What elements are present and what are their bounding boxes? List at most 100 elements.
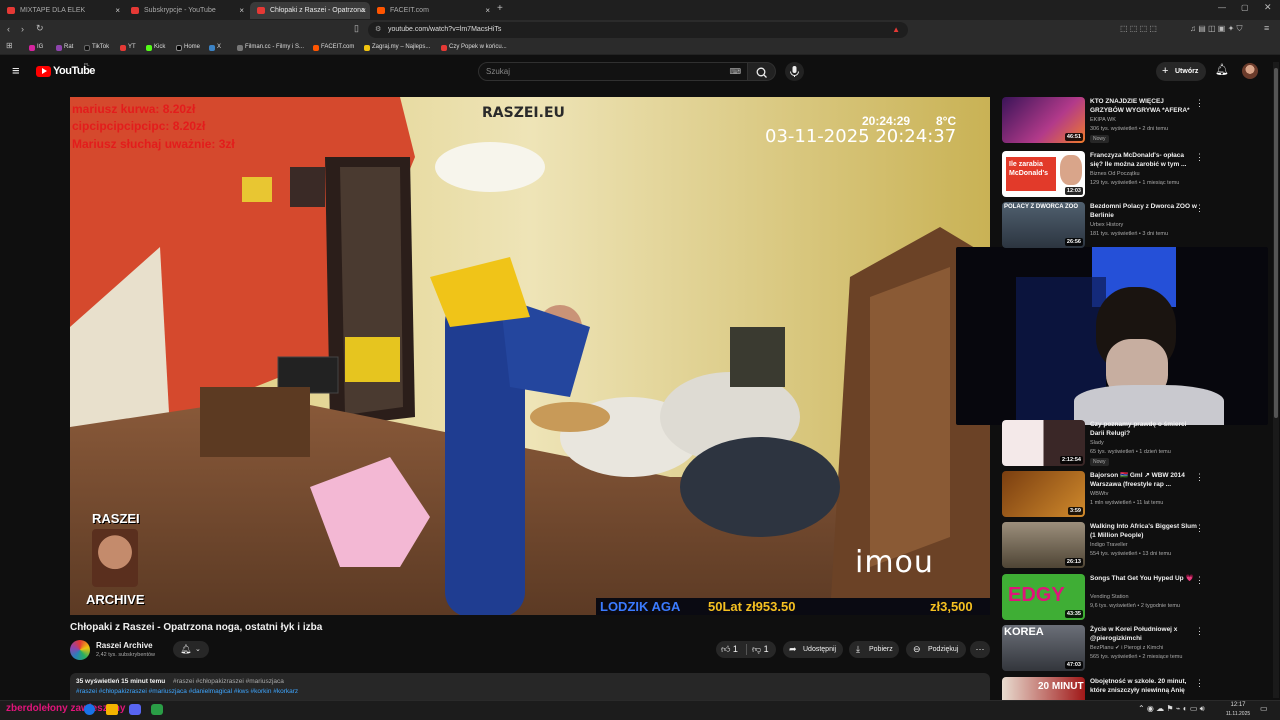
recommendation-thumbnail[interactable]: EDGY 43:35 (1002, 574, 1085, 620)
bookmark-item[interactable]: Home (175, 41, 200, 54)
bookmark-item[interactable]: Kick (145, 41, 165, 54)
page-scrollbar[interactable] (1273, 62, 1279, 698)
recommendation-thumbnail[interactable]: Ile zarabia McDonald's 12:03 (1002, 151, 1085, 197)
description-hashtags[interactable]: #raszei #chłopakizraszei #mariuszjaca #d… (76, 688, 298, 695)
window-close-icon[interactable]: ✕ (1264, 2, 1272, 13)
bookmark-item[interactable]: Filman.cc - Filmy i S... (236, 41, 304, 54)
donation-overlay-line: Mariusz słuchaj uważnie: 3zł (72, 137, 235, 151)
recommendation-item[interactable]: 46:51 KTO ZNAJDZIE WIĘCEJ GRZYBÓW WYGRYW… (1002, 97, 1262, 145)
avatar[interactable] (1242, 63, 1258, 79)
recommendation-item[interactable]: 3:59 Bajorson 🇬🇲 Gml ↗ WBW 2014 Warszawa… (1002, 471, 1262, 519)
more-actions-icon[interactable]: ⋮ (1195, 575, 1204, 586)
search-button[interactable] (748, 62, 776, 81)
download-button[interactable]: ⤓ Pobierz (849, 641, 899, 658)
recommendation-item[interactable]: 20 MINUT Obojętność w szkole. 20 minut, … (1002, 677, 1262, 700)
browser-tab[interactable]: MIXTAPE DLA ELEK × (0, 2, 124, 19)
bookmark-item[interactable]: FACEIT.com (312, 41, 354, 54)
browser-tab-bar: MIXTAPE DLA ELEK × Subskrypcje - YouTube ×… (0, 0, 1280, 20)
clock-time[interactable]: 12:17 (1223, 702, 1253, 708)
system-tray-icons[interactable]: ⌃ ◉ ☁ ⚑ ⌁ ◐ ▭ 🔊︎ (1138, 704, 1205, 714)
bookmark-item[interactable]: TikTok (83, 41, 109, 54)
browser-menu-icon[interactable]: ≡ (1264, 23, 1269, 33)
recommendation-thumbnail[interactable]: 26:13 (1002, 522, 1085, 568)
recommendation-item[interactable]: 26:13 Walking Into Africa's Biggest Slum… (1002, 522, 1262, 570)
new-tab-icon[interactable]: + (497, 3, 503, 14)
recommendation-item[interactable]: Ile zarabia McDonald's 12:03 Franczyza M… (1002, 151, 1262, 199)
close-tab-icon[interactable]: × (239, 2, 244, 19)
webcam-overlay (956, 247, 1268, 425)
recommendation-thumbnail[interactable]: 20 MINUT (1002, 677, 1085, 700)
channel-tag-top: RASZEI (92, 511, 140, 526)
reload-icon[interactable]: ↻ (36, 23, 44, 34)
back-icon[interactable]: ‹ (7, 24, 10, 34)
discord-taskbar-icon[interactable] (129, 704, 141, 715)
notifications-bell-icon: 🔔︎ (180, 644, 192, 654)
subscribed-button[interactable]: 🔔︎ ⌄ (173, 641, 209, 658)
more-actions-icon[interactable]: ⋮ (1195, 98, 1204, 109)
close-tab-icon[interactable]: × (485, 2, 490, 19)
recommendation-thumbnail[interactable]: 46:51 (1002, 97, 1085, 143)
close-tab-icon[interactable]: × (115, 2, 120, 19)
recommendation-thumbnail[interactable]: POLACY Z DWORCA ZOO 26:56 (1002, 202, 1085, 248)
notifications-icon[interactable]: ▭ (1260, 704, 1268, 713)
channel-avatar[interactable] (70, 640, 90, 660)
channel-name[interactable]: Raszei Archive (96, 641, 153, 650)
chrome-taskbar-icon[interactable] (84, 704, 95, 715)
more-actions-icon[interactable]: ⋮ (1195, 626, 1204, 637)
maximize-icon[interactable]: ▢ (1241, 3, 1249, 12)
video-title: Chłopaki z Raszei - Opatrzona noga, osta… (70, 622, 323, 633)
minimize-icon[interactable]: — (1218, 3, 1226, 12)
app-taskbar-icon[interactable] (151, 704, 163, 715)
folder-taskbar-icon[interactable] (106, 704, 118, 715)
share-button[interactable]: ➦ Udostępnij (783, 641, 843, 658)
new-badge: Nowy (1090, 458, 1109, 466)
toolbar-icons[interactable]: ♫ ▤ ◫ ▣ ✦ ⛉ (1190, 24, 1243, 34)
browser-tab[interactable]: Subskrypcje - YouTube × (124, 2, 248, 19)
notifications-bell-icon[interactable]: 🔔︎ (1215, 63, 1229, 76)
url-bar[interactable]: ⚙ youtube.com/watch?v=lm7MacsHiTs ▲ (368, 22, 908, 38)
extensions-icon[interactable]: ⬚ ⬚ ⬚ ⬚ (1120, 24, 1157, 33)
more-actions-icon[interactable]: ⋮ (1195, 152, 1204, 163)
extension-icon[interactable]: ▲ (892, 22, 900, 38)
bookmark-item[interactable]: Zagraj.my – Najleps... (363, 41, 430, 54)
more-actions-button[interactable]: ⋯ (970, 641, 990, 658)
site-info-icon[interactable]: ⚙ (375, 22, 381, 38)
browser-tab[interactable]: FACEIT.com × (370, 2, 494, 19)
recommendation-thumbnail[interactable]: KOREA 47:03 (1002, 625, 1085, 671)
recommendation-item[interactable]: POLACY Z DWORCA ZOO 26:56 Bezdomni Polac… (1002, 202, 1262, 250)
keyboard-icon[interactable]: ⌨ (729, 63, 741, 80)
voice-search-button[interactable] (785, 62, 804, 81)
recommendation-item[interactable]: EDGY 43:35 Songs That Get You Hyped Up 💗… (1002, 574, 1262, 622)
hamburger-menu-icon[interactable]: ≡ (12, 63, 20, 78)
bookmark-item[interactable]: Czy Popek w końcu... (440, 41, 507, 54)
bookmark-item[interactable]: X (208, 41, 221, 54)
bookmark-icon[interactable]: ▯ (354, 23, 359, 34)
bookmark-item[interactable]: YT (119, 41, 136, 54)
recommendation-item[interactable]: KOREA 47:03 Życie w Korei Południowej x … (1002, 625, 1262, 673)
create-button[interactable]: + Utwórz (1156, 62, 1206, 81)
scrollbar-thumb[interactable] (1274, 68, 1278, 418)
forward-icon[interactable]: › (21, 24, 24, 34)
bookmark-item[interactable]: IG (28, 41, 43, 54)
view-count: 35 wyświetleń 15 minut temu (76, 678, 166, 685)
bookmark-item[interactable]: Rat (55, 41, 73, 54)
more-actions-icon[interactable]: ⋮ (1195, 678, 1204, 689)
search-input[interactable]: Szukaj ⌨ (478, 62, 748, 81)
apps-grid-icon[interactable]: ⊞ (6, 41, 13, 50)
video-player[interactable]: mariusz kurwa: 8.20zł cipcipcipcipcipc: … (70, 97, 990, 615)
thanks-button[interactable]: ⊖ Podziękuj (906, 641, 966, 658)
recommendation-thumbnail[interactable]: 3:59 (1002, 471, 1085, 517)
share-icon: ➦ (789, 644, 797, 654)
more-actions-icon[interactable]: ⋮ (1195, 472, 1204, 483)
more-actions-icon[interactable]: ⋮ (1195, 203, 1204, 214)
clock-date[interactable]: 11.11.2025 (1220, 711, 1256, 717)
dislike-button[interactable]: 👎︎ 1 (752, 641, 769, 658)
recommendation-thumbnail[interactable]: 2:12:54 (1002, 420, 1085, 466)
like-button[interactable]: 👍︎ 1 (721, 641, 738, 658)
browser-tab-active[interactable]: Chłopaki z Raszei - Opatrzona × (250, 2, 370, 19)
recommendation-item[interactable]: 2:12:54 Czy poznamy prawdę o śmierci Dar… (1002, 420, 1262, 468)
more-actions-icon[interactable]: ⋮ (1195, 523, 1204, 534)
close-tab-icon[interactable]: × (361, 2, 366, 19)
archive-logo-portrait (92, 529, 138, 587)
description-tags[interactable]: #raszei #chłopakizraszei #mariuszjaca (173, 678, 284, 685)
